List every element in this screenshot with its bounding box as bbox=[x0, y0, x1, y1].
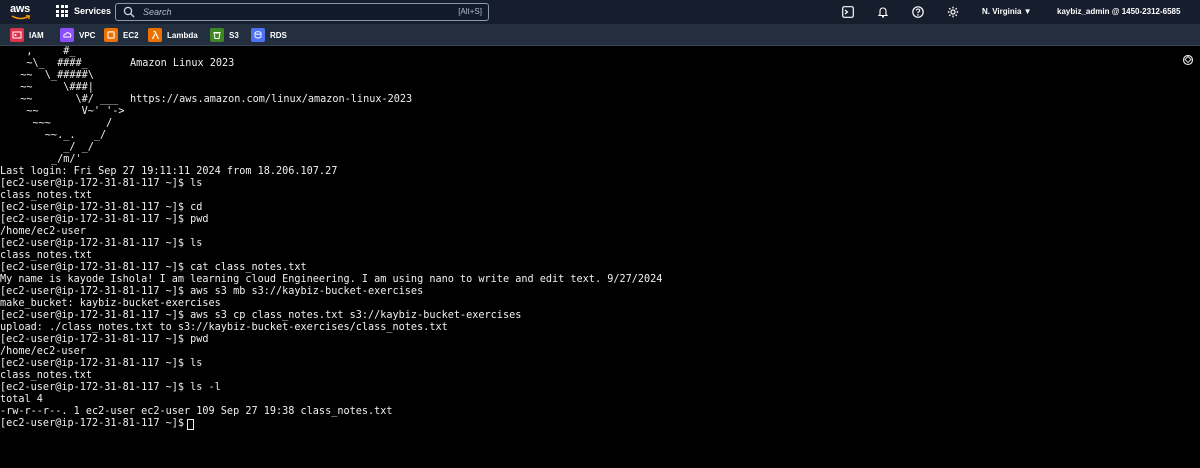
favorite-label: Lambda bbox=[167, 30, 198, 40]
terminal-line: [ec2-user@ip-172-31-81-117 ~]$ ls -l bbox=[0, 382, 221, 393]
account-label: kaybiz_admin @ 1450-2312-6585 bbox=[1057, 7, 1181, 16]
terminal-line: class_notes.txt bbox=[0, 250, 93, 261]
favorite-vpc[interactable]: VPC bbox=[60, 28, 95, 42]
terminal-line: [ec2-user@ip-172-31-81-117 ~]$ pwd bbox=[0, 334, 209, 345]
terminal-line: [ec2-user@ip-172-31-81-117 ~]$ cd bbox=[0, 202, 203, 213]
terminal-prompt-line[interactable]: [ec2-user@ip-172-31-81-117 ~]$ bbox=[0, 418, 662, 430]
terminal-line: /home/ec2-user bbox=[0, 346, 86, 357]
terminal-line: [ec2-user@ip-172-31-81-117 ~]$ pwd bbox=[0, 214, 209, 225]
terminal-line: [ec2-user@ip-172-31-81-117 ~]$ ls bbox=[0, 238, 203, 249]
terminal-window[interactable]: , #_ ~\_ ####_ ~~ \_#####\ ~~ \###| ~~ \… bbox=[0, 46, 1176, 468]
search-input[interactable] bbox=[143, 7, 443, 17]
terminal-line: class_notes.txt bbox=[0, 370, 93, 381]
terminal-prompt: [ec2-user@ip-172-31-81-117 ~]$ bbox=[0, 418, 185, 429]
grid-menu-icon bbox=[56, 5, 68, 17]
terminal-line: [ec2-user@ip-172-31-81-117 ~]$ ls bbox=[0, 358, 203, 369]
region-selector[interactable]: N. Virginia ▼ bbox=[982, 7, 1032, 16]
terminal-cursor bbox=[187, 418, 195, 430]
iam-icon bbox=[10, 28, 24, 42]
notifications-bell-icon[interactable] bbox=[877, 6, 889, 18]
favorite-label: VPC bbox=[79, 30, 96, 40]
vpc-icon bbox=[60, 28, 74, 42]
favorite-ec2[interactable]: EC2 bbox=[104, 28, 139, 42]
banner-title: Amazon Linux 2023 bbox=[130, 58, 235, 69]
account-menu[interactable]: kaybiz_admin @ 1450-2312-6585 bbox=[1057, 7, 1180, 16]
aws-logo[interactable]: aws bbox=[10, 3, 36, 21]
rds-icon bbox=[251, 28, 265, 42]
search-icon bbox=[123, 6, 135, 18]
favorite-label: S3 bbox=[229, 30, 239, 40]
top-nav-bar: aws Services [Alt+S] N. Vir bbox=[0, 0, 1200, 24]
favorite-label: IAM bbox=[29, 30, 44, 40]
chevron-down-icon: ▼ bbox=[1023, 7, 1032, 16]
favorite-rds[interactable]: RDS bbox=[251, 28, 287, 42]
services-menu-button[interactable]: Services bbox=[56, 5, 111, 17]
aws-logo-text: aws bbox=[10, 3, 30, 15]
terminal-line: make_bucket: kaybiz-bucket-exercises bbox=[0, 298, 221, 309]
help-icon[interactable] bbox=[912, 6, 924, 18]
banner-url: https://aws.amazon.com/linux/amazon-linu… bbox=[130, 94, 413, 105]
ec2-icon bbox=[104, 28, 118, 42]
settings-gear-icon[interactable] bbox=[947, 6, 959, 18]
terminal-line: [ec2-user@ip-172-31-81-117 ~]$ ls bbox=[0, 178, 203, 189]
terminal-line: Last login: Fri Sep 27 19:11:11 2024 fro… bbox=[0, 166, 338, 177]
terminal-line: [ec2-user@ip-172-31-81-117 ~]$ aws s3 mb… bbox=[0, 286, 424, 297]
cloudshell-icon[interactable] bbox=[842, 6, 854, 18]
smile-arrow-icon bbox=[11, 15, 31, 20]
favorite-label: EC2 bbox=[123, 30, 139, 40]
terminal-output: Last login: Fri Sep 27 19:11:11 2024 fro… bbox=[0, 166, 662, 430]
terminal-line: -rw-r--r--. 1 ec2-user ec2-user 109 Sep … bbox=[0, 406, 393, 417]
s3-icon bbox=[210, 28, 224, 42]
favorite-s3[interactable]: S3 bbox=[210, 28, 239, 42]
terminal-line: /home/ec2-user bbox=[0, 226, 86, 237]
favorite-iam[interactable]: IAM bbox=[10, 28, 44, 42]
terminal-line: My name is kayode Ishola! I am learning … bbox=[0, 274, 663, 285]
terminal-line: total 4 bbox=[0, 394, 43, 405]
terminal-line: [ec2-user@ip-172-31-81-117 ~]$ aws s3 cp… bbox=[0, 310, 522, 321]
services-label: Services bbox=[74, 6, 112, 16]
terminal-line: class_notes.txt bbox=[0, 190, 93, 201]
terminal-line: upload: ./class_notes.txt to s3://kaybiz… bbox=[0, 322, 448, 333]
terminal-side-panel bbox=[1176, 46, 1200, 468]
lambda-icon bbox=[148, 28, 162, 42]
search-box[interactable]: [Alt+S] bbox=[115, 3, 489, 21]
search-shortcut-hint: [Alt+S] bbox=[458, 7, 482, 16]
region-label: N. Virginia bbox=[982, 7, 1022, 16]
favorite-label: RDS bbox=[270, 30, 287, 40]
favorite-lambda[interactable]: Lambda bbox=[148, 28, 198, 42]
amazon-linux-ascii-art: , #_ ~\_ ####_ ~~ \_#####\ ~~ \###| ~~ \… bbox=[20, 46, 125, 165]
terminal-line: [ec2-user@ip-172-31-81-117 ~]$ cat class… bbox=[0, 262, 307, 273]
favorites-bar: IAM VPC EC2 Lambda S3 RDS bbox=[0, 24, 1200, 46]
terminal-settings-icon[interactable] bbox=[1182, 54, 1194, 66]
